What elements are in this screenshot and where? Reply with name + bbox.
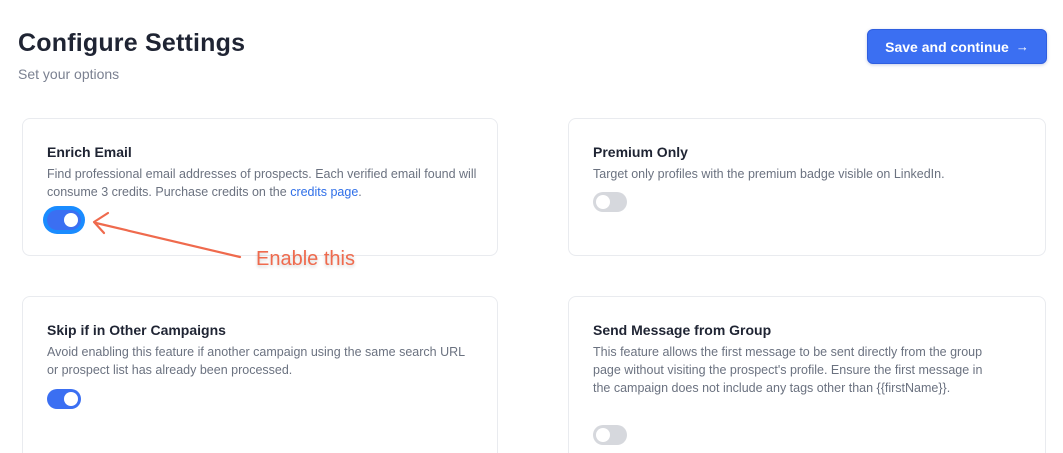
annotation-arrow-icon (92, 211, 242, 259)
annotation-label: Enable this (256, 248, 355, 270)
